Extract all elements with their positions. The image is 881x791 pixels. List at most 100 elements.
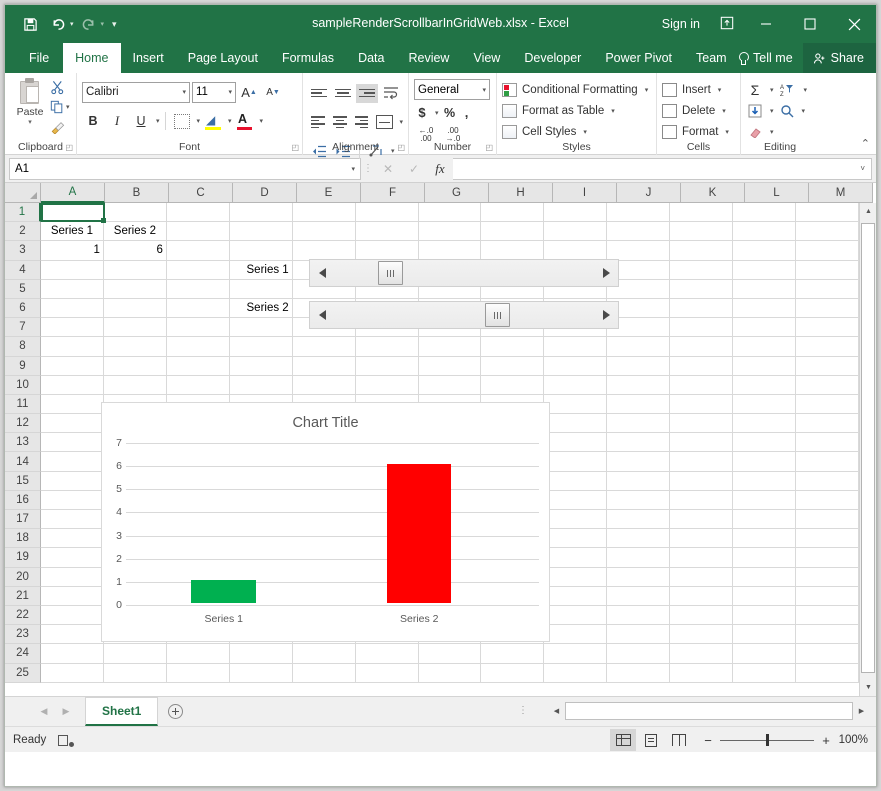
cell-M13[interactable] [796,433,859,452]
select-all-button[interactable] [5,183,41,203]
cell-A14[interactable] [41,452,104,471]
cell-C2[interactable] [167,222,230,241]
fill-color-dropdown-icon[interactable]: ▾ [228,117,232,125]
cell-I16[interactable] [544,491,607,510]
cell-K5[interactable] [670,280,733,299]
customize-qat-icon[interactable]: ▾ [112,19,117,30]
autosum-button[interactable]: Σ [746,79,764,101]
find-select-button[interactable] [778,100,796,122]
column-header-j[interactable]: J [617,183,681,203]
cell-styles-dropdown-icon[interactable]: ▾ [583,128,587,136]
cell-C8[interactable] [167,337,230,356]
cell-K15[interactable] [670,472,733,491]
cell-M24[interactable] [796,644,859,663]
zoom-slider-knob[interactable] [766,734,769,746]
horizontal-scrollbar[interactable]: ◀ ▶ [548,701,870,721]
delete-cells-button[interactable]: Delete ▾ [662,101,735,120]
undo-dropdown-icon[interactable]: ▾ [70,20,74,28]
cell-L9[interactable] [733,357,796,376]
cell-L21[interactable] [733,587,796,606]
vertical-scroll-track[interactable] [860,220,876,679]
cell-G24[interactable] [419,644,482,663]
cell-E9[interactable] [293,357,356,376]
zoom-level-value[interactable]: 100% [834,734,868,746]
cell-K1[interactable] [670,203,733,222]
cell-styles-button[interactable]: Cell Styles ▾ [502,122,651,141]
row-header-16[interactable]: 16 [5,491,41,510]
cell-J12[interactable] [607,414,670,433]
accounting-dropdown-icon[interactable]: ▾ [435,109,439,117]
cell-A7[interactable] [41,318,104,337]
chart-bar-2[interactable] [387,464,452,603]
cell-K25[interactable] [670,664,733,683]
cell-K13[interactable] [670,433,733,452]
cell-I9[interactable] [544,357,607,376]
cut-button[interactable] [50,78,70,96]
font-color-button[interactable]: A [234,110,256,132]
cell-M8[interactable] [796,337,859,356]
cell-E24[interactable] [293,644,356,663]
align-left-button[interactable] [308,113,328,132]
cell-B2[interactable]: Series 2 [104,222,167,241]
insert-dropdown-icon[interactable]: ▾ [718,86,722,94]
cell-F9[interactable] [356,357,419,376]
cell-D9[interactable] [230,357,293,376]
cell-J24[interactable] [607,644,670,663]
row-header-23[interactable]: 23 [5,625,41,644]
cell-C3[interactable] [167,241,230,260]
sort-filter-button[interactable]: AZ [778,79,798,101]
column-header-e[interactable]: E [297,183,361,203]
tab-page-layout[interactable]: Page Layout [176,43,270,73]
cell-A10[interactable] [41,376,104,395]
row-header-17[interactable]: 17 [5,510,41,529]
previous-sheet-button[interactable]: ◀ [33,698,55,726]
cell-M4[interactable] [796,261,859,280]
align-center-button[interactable] [330,113,350,132]
cell-A2[interactable]: Series 1 [41,222,104,241]
cell-D4[interactable]: Series 1 [230,261,293,280]
cell-L10[interactable] [733,376,796,395]
ribbon-display-options-icon[interactable] [710,16,744,33]
cell-M16[interactable] [796,491,859,510]
cell-K7[interactable] [670,318,733,337]
cell-I2[interactable] [544,222,607,241]
cell-K8[interactable] [670,337,733,356]
cell-M21[interactable] [796,587,859,606]
cell-G25[interactable] [419,664,482,683]
column-header-k[interactable]: K [681,183,745,203]
cell-K2[interactable] [670,222,733,241]
cell-L18[interactable] [733,529,796,548]
column-header-c[interactable]: C [169,183,233,203]
row-header-11[interactable]: 11 [5,395,41,414]
cell-M25[interactable] [796,664,859,683]
copy-dropdown-icon[interactable]: ▾ [66,103,70,111]
scroll-left-button[interactable]: ◀ [548,701,565,721]
cell-H8[interactable] [481,337,544,356]
cell-F2[interactable] [356,222,419,241]
cell-C25[interactable] [167,664,230,683]
cell-H10[interactable] [481,376,544,395]
cell-B25[interactable] [104,664,167,683]
vertical-scrollbar[interactable]: ▲ ▼ [859,203,876,696]
row-header-21[interactable]: 21 [5,587,41,606]
cell-E2[interactable] [293,222,356,241]
format-cells-button[interactable]: Format ▾ [662,122,735,141]
cell-A21[interactable] [41,587,104,606]
cell-I8[interactable] [544,337,607,356]
cell-I1[interactable] [544,203,607,222]
cell-I20[interactable] [544,568,607,587]
cell-F1[interactable] [356,203,419,222]
sign-in-button[interactable]: Sign in [652,17,710,31]
percent-format-button[interactable]: % [442,102,458,124]
row-header-1[interactable]: 1 [5,203,41,222]
cell-K22[interactable] [670,606,733,625]
cell-M20[interactable] [796,568,859,587]
cell-E8[interactable] [293,337,356,356]
scrollbar-2-thumb[interactable] [485,303,510,327]
column-header-i[interactable]: I [553,183,617,203]
number-format-select[interactable]: General ▾ [414,79,490,100]
font-color-dropdown-icon[interactable]: ▾ [260,117,264,125]
cell-I22[interactable] [544,606,607,625]
cell-I13[interactable] [544,433,607,452]
cell-K24[interactable] [670,644,733,663]
